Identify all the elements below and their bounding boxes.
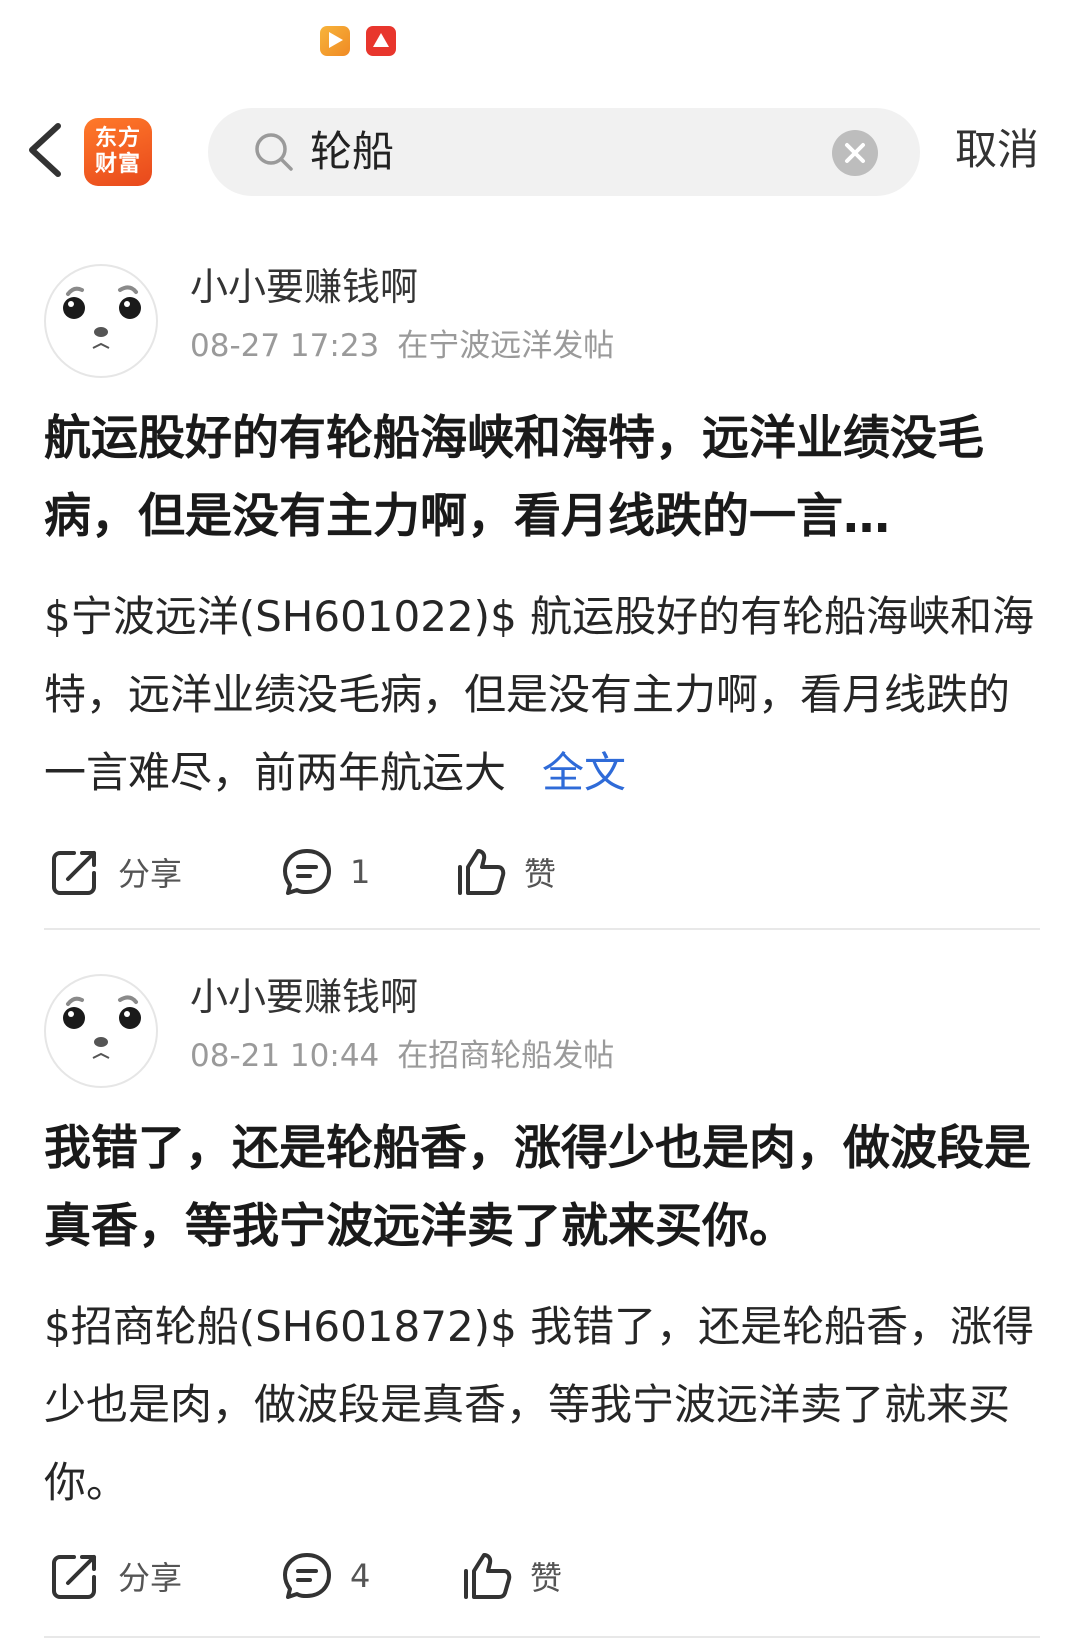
post-actions: 分享 4 赞 — [44, 1546, 1040, 1606]
comment-count: 4 — [350, 1557, 371, 1595]
avatar[interactable] — [44, 974, 158, 1088]
post-meta: 08-27 17:23 在宁波远洋发帖 — [190, 326, 614, 366]
avatar[interactable] — [44, 264, 158, 378]
app-logo[interactable]: 东方 财富 — [84, 118, 152, 186]
clear-search-button[interactable] — [832, 130, 878, 176]
chevron-left-icon — [29, 123, 61, 177]
dog-avatar-icon — [63, 995, 141, 1059]
post-location[interactable]: 在招商轮船发帖 — [397, 1038, 614, 1074]
search-input[interactable]: 轮船 — [208, 108, 920, 196]
close-icon — [845, 143, 865, 163]
post-time: 08-27 17:23 — [190, 328, 380, 364]
search-header: 东方 财富 轮船 取消 — [0, 100, 1080, 200]
alert-app-icon — [366, 26, 396, 56]
like-label: 赞 — [530, 1559, 563, 1597]
post-body[interactable]: $招商轮船(SH601872)$ 我错了，还是轮船香，涨得少也是肉，做波段是真香… — [44, 1288, 1040, 1522]
share-button[interactable]: 分享 — [48, 1546, 182, 1606]
like-button[interactable]: 赞 — [460, 1546, 562, 1606]
post-body-text: $招商轮船(SH601872)$ 我错了，还是轮船香，涨得少也是肉，做波段是真香… — [44, 1302, 1035, 1507]
search-query[interactable]: 轮船 — [310, 124, 394, 180]
comment-icon — [283, 849, 331, 895]
dog-avatar-icon — [63, 285, 141, 349]
share-label: 分享 — [118, 855, 183, 893]
divider — [44, 928, 1040, 930]
back-button[interactable] — [22, 120, 70, 180]
thumbs-up-icon — [458, 849, 506, 895]
post-actions: 分享 1 赞 — [44, 842, 1040, 902]
post-time: 08-21 10:44 — [190, 1038, 380, 1074]
post-body-text: $宁波远洋(SH601022)$ 航运股好的有轮船海峡和海特，远洋业绩没毛病，但… — [44, 592, 1035, 797]
thumbs-up-icon — [464, 1553, 512, 1599]
full-text-link[interactable]: 全文 — [542, 748, 626, 797]
like-label: 赞 — [524, 855, 557, 893]
share-button[interactable]: 分享 — [48, 842, 182, 902]
share-icon — [52, 1555, 96, 1599]
logo-text-line-1: 东方 — [94, 126, 141, 151]
comment-button[interactable]: 4 — [280, 1546, 370, 1606]
comment-button[interactable]: 1 — [280, 842, 370, 902]
comment-count: 1 — [350, 853, 371, 891]
post-title[interactable]: 我错了，还是轮船香，涨得少也是肉，做波段是真香，等我宁波远洋卖了就来买你。 — [44, 1110, 1040, 1266]
post-title[interactable]: 航运股好的有轮船海峡和海特，远洋业绩没毛病，但是没有主力啊，看月线跌的一言… — [44, 400, 1040, 556]
share-icon — [52, 851, 96, 895]
logo-text-line-2: 财富 — [94, 152, 141, 177]
author-name[interactable]: 小小要赚钱啊 — [190, 262, 418, 312]
post-location[interactable]: 在宁波远洋发帖 — [397, 328, 614, 364]
divider — [44, 1636, 1040, 1638]
share-label: 分享 — [118, 1559, 183, 1597]
post-body[interactable]: $宁波远洋(SH601022)$ 航运股好的有轮船海峡和海特，远洋业绩没毛病，但… — [44, 578, 1040, 812]
status-bar — [0, 0, 1080, 80]
post-meta: 08-21 10:44 在招商轮船发帖 — [190, 1036, 614, 1076]
cancel-button[interactable]: 取消 — [955, 122, 1039, 178]
search-icon — [255, 133, 293, 171]
like-button[interactable]: 赞 — [454, 842, 556, 902]
author-name[interactable]: 小小要赚钱啊 — [190, 972, 418, 1022]
comment-icon — [283, 1553, 331, 1599]
video-app-icon — [320, 26, 350, 56]
